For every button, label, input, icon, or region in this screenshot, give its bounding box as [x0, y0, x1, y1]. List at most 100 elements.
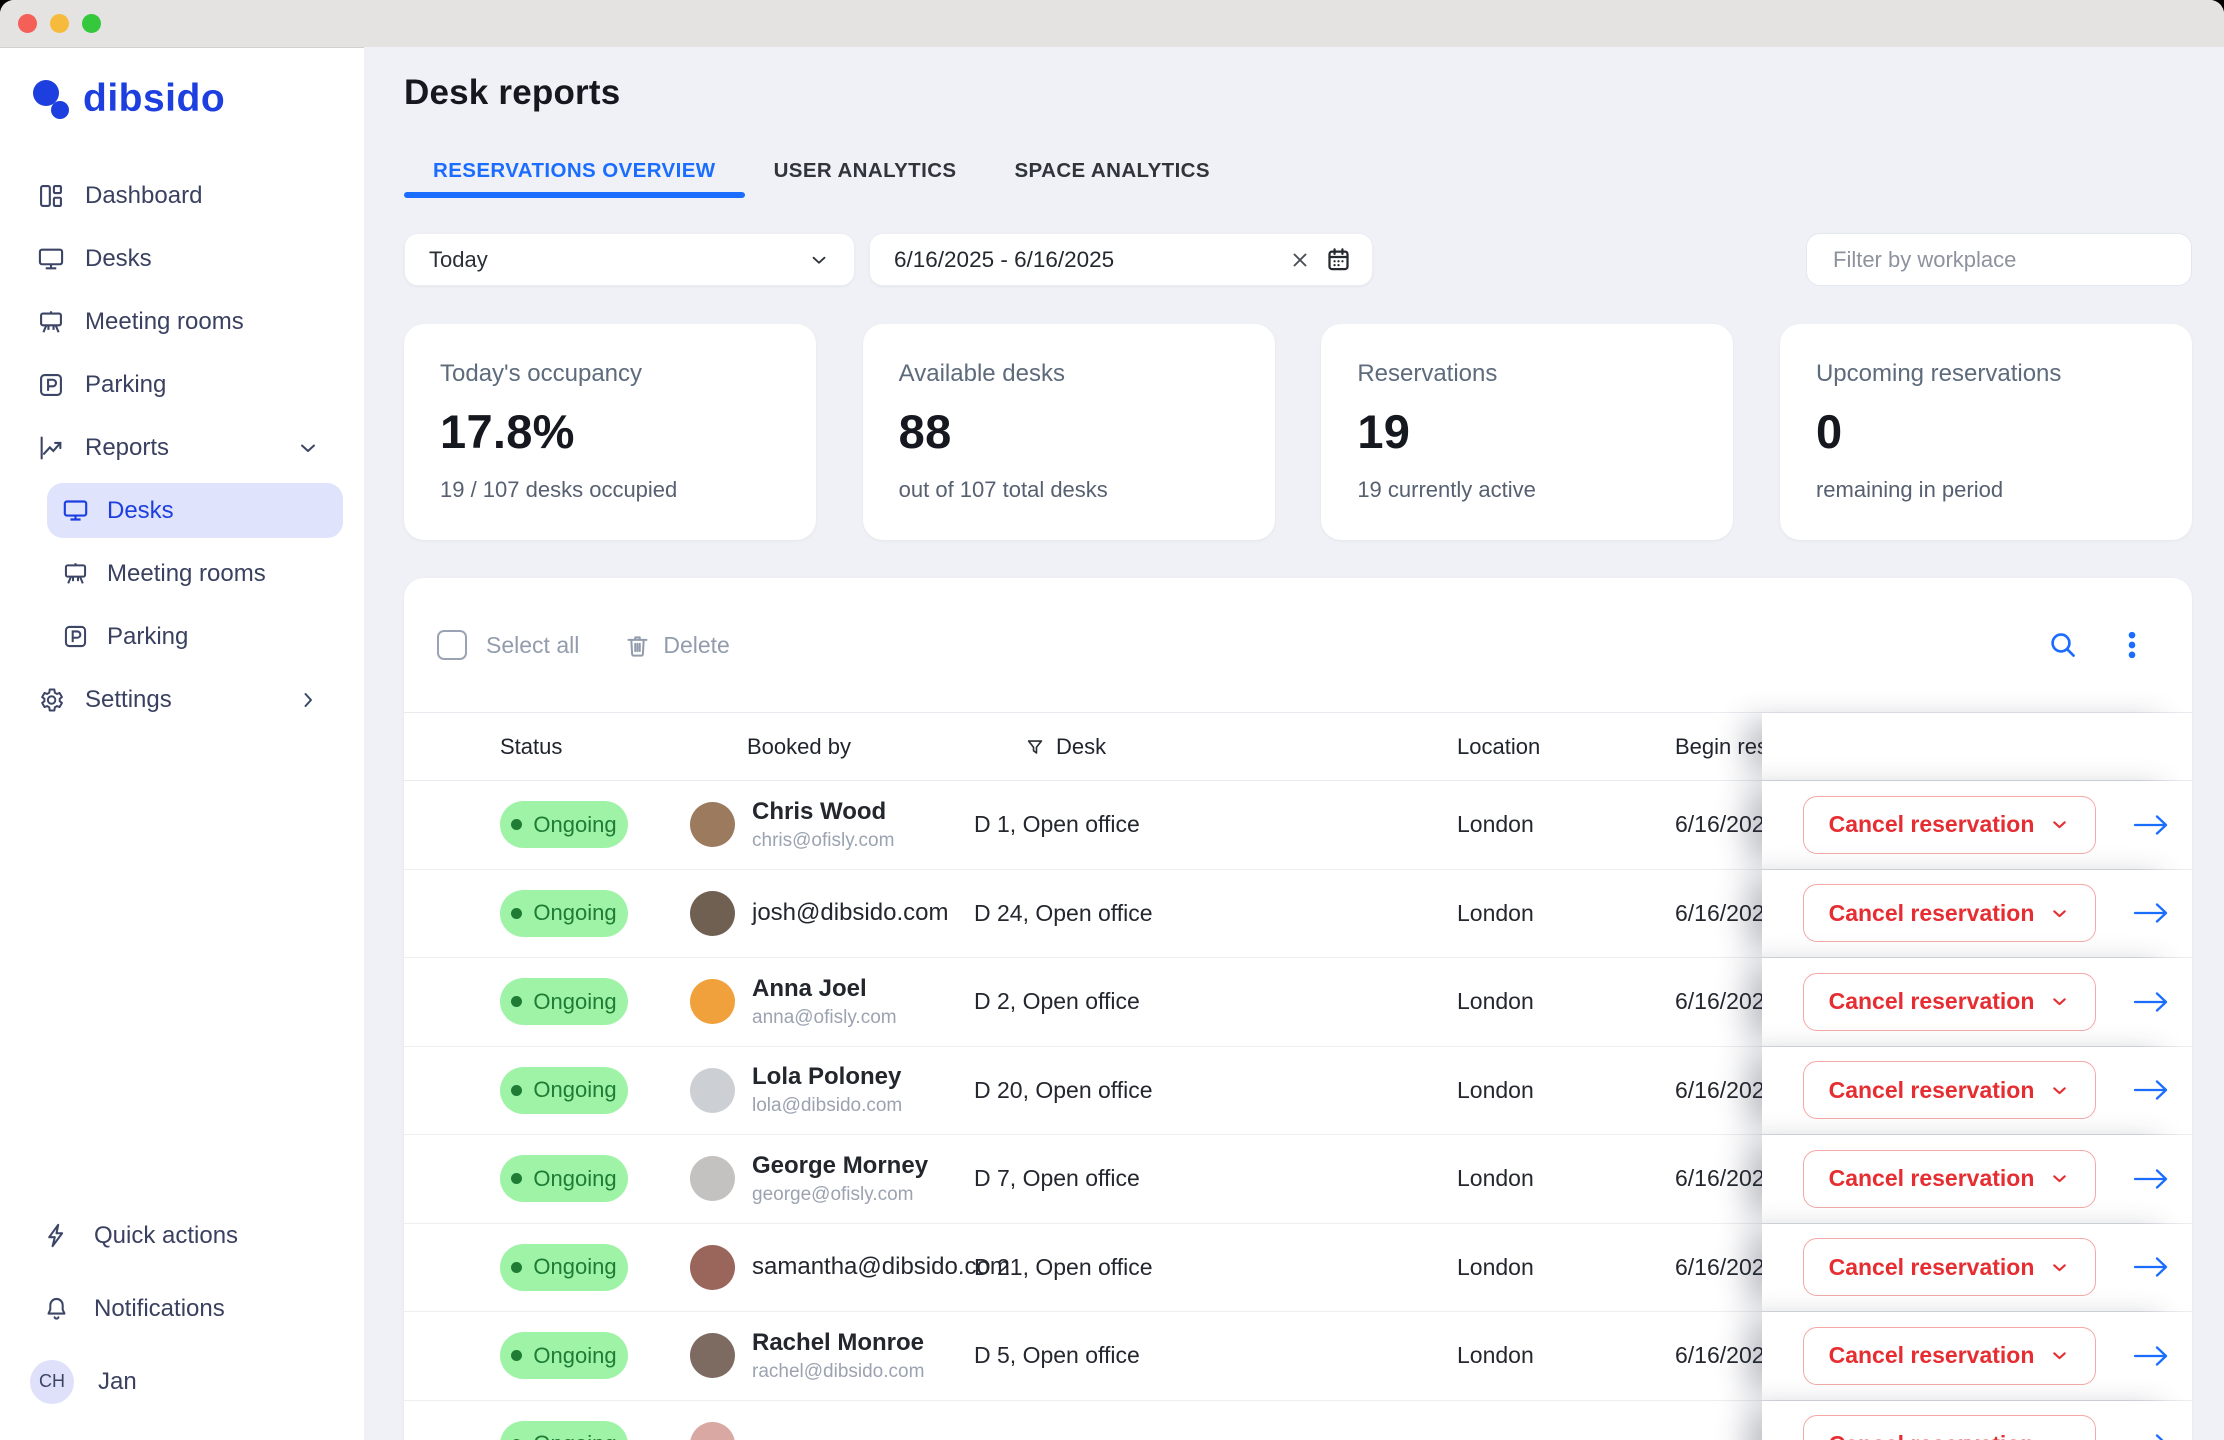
desk-cell: D 7, Open office: [974, 1165, 1457, 1192]
sidebar-item-dashboard[interactable]: Dashboard: [0, 164, 364, 227]
table-header-row: Status Booked by Desk Location Begin res: [404, 713, 2192, 781]
delete-button[interactable]: Delete: [624, 632, 729, 659]
quick-actions-button[interactable]: Quick actions: [0, 1199, 364, 1272]
close-window-button[interactable]: [18, 14, 37, 33]
cancel-reservation-button[interactable]: Cancel reservation: [1803, 884, 2096, 942]
table-row: Ongoing Anna Joel anna@ofisly.com D 2, O…: [404, 958, 2192, 1047]
sidebar-subitem-reports-parking[interactable]: Parking: [47, 605, 343, 668]
booked-by-cell: samantha@dibsido.com: [752, 1253, 1010, 1281]
status-label: Ongoing: [533, 1254, 616, 1280]
cancel-reservation-button[interactable]: Cancel reservation: [1803, 1327, 2096, 1385]
column-header-begin: Begin res: [1675, 734, 1762, 760]
more-options-button[interactable]: [2117, 629, 2147, 661]
cancel-reservation-button[interactable]: Cancel reservation: [1803, 1150, 2096, 1208]
sidebar-subitem-reports-desks[interactable]: Desks: [47, 483, 343, 538]
stat-label: Reservations: [1357, 360, 1697, 388]
open-reservation-arrow[interactable]: [2131, 1166, 2171, 1192]
clear-date-button[interactable]: [1289, 249, 1311, 271]
search-button[interactable]: [2047, 629, 2079, 661]
row-actions: Cancel reservation: [1762, 870, 2192, 958]
tab-reservations-overview[interactable]: RESERVATIONS OVERVIEW: [404, 159, 745, 198]
status-dot-icon: [511, 1085, 522, 1096]
cancel-reservation-label: Cancel reservation: [1829, 1431, 2035, 1440]
begin-reservation-cell: 6/16/2025: [1675, 1254, 1762, 1281]
meeting-room-icon: [62, 560, 89, 587]
dibsido-logo-icon: [31, 76, 73, 122]
booked-by-name: Lola Poloney: [752, 1063, 902, 1092]
open-reservation-arrow[interactable]: [2131, 1343, 2171, 1369]
status-label: Ongoing: [533, 1077, 616, 1103]
begin-reservation-cell: 6/16/2025: [1675, 811, 1762, 838]
booked-by-cell: Lola Poloney lola@dibsido.com: [752, 1063, 902, 1117]
open-reservation-arrow[interactable]: [2131, 900, 2171, 926]
status-badge: Ongoing: [500, 1421, 628, 1440]
cancel-reservation-button[interactable]: Cancel reservation: [1803, 1061, 2096, 1119]
date-range-picker[interactable]: 6/16/2025 - 6/16/2025: [869, 233, 1373, 286]
table-row: Ongoing Lola Poloney lola@dibsido.com D …: [404, 1047, 2192, 1136]
status-badge: Ongoing: [500, 978, 628, 1025]
select-all-checkbox[interactable]: [437, 630, 467, 660]
calendar-button[interactable]: [1325, 246, 1352, 273]
booked-by-name: Anna Joel: [752, 975, 897, 1004]
cancel-reservation-label: Cancel reservation: [1829, 1077, 2035, 1104]
cancel-reservation-button[interactable]: Cancel reservation: [1803, 1415, 2096, 1440]
avatar: [690, 802, 735, 847]
period-select[interactable]: Today: [404, 233, 855, 286]
tab-user-analytics[interactable]: USER ANALYTICS: [745, 159, 986, 198]
select-all-label[interactable]: Select all: [486, 632, 579, 659]
period-select-value: Today: [429, 247, 488, 273]
stat-label: Today's occupancy: [440, 360, 780, 388]
open-reservation-arrow[interactable]: [2131, 1077, 2171, 1103]
status-dot-icon: [511, 1173, 522, 1184]
booked-by-email: chris@ofisly.com: [752, 830, 894, 852]
sidebar-item-parking[interactable]: Parking: [0, 353, 364, 416]
table-row: Ongoing samantha@dibsido.com D 21, Open …: [404, 1224, 2192, 1313]
location-cell: London: [1457, 1077, 1675, 1104]
workplace-filter-input[interactable]: [1806, 233, 2192, 286]
notifications-button[interactable]: Notifications: [0, 1272, 364, 1345]
arrow-right-icon: [2131, 900, 2171, 926]
status-dot-icon: [511, 908, 522, 919]
sidebar-item-label: Settings: [85, 686, 172, 714]
booked-by-name: George Morney: [752, 1152, 928, 1181]
filter-desk-button[interactable]: [1024, 736, 1046, 758]
user-menu[interactable]: CH Jan: [0, 1345, 364, 1418]
tabs: RESERVATIONS OVERVIEW USER ANALYTICS SPA…: [404, 159, 2224, 198]
minimize-window-button[interactable]: [50, 14, 69, 33]
location-cell: London: [1457, 1254, 1675, 1281]
open-reservation-arrow[interactable]: [2131, 989, 2171, 1015]
date-range-value: 6/16/2025 - 6/16/2025: [894, 247, 1275, 273]
chevron-down-icon: [2049, 1080, 2070, 1101]
sidebar-nav: Dashboard Desks Meeting rooms Parking: [0, 164, 364, 731]
row-actions: Cancel reservation: [1762, 1047, 2192, 1135]
begin-reservation-cell: 6/16/2025: [1675, 900, 1762, 927]
cancel-reservation-button[interactable]: Cancel reservation: [1803, 796, 2096, 854]
page-title: Desk reports: [404, 73, 2224, 113]
sidebar-item-desks[interactable]: Desks: [0, 227, 364, 290]
open-reservation-arrow[interactable]: [2131, 812, 2171, 838]
booked-by-cell: josh@dibsido.com: [752, 899, 948, 927]
sidebar-item-reports[interactable]: Reports: [0, 416, 364, 479]
zoom-window-button[interactable]: [82, 14, 101, 33]
sidebar-subitem-reports-meeting-rooms[interactable]: Meeting rooms: [47, 542, 343, 605]
avatar: [690, 891, 735, 936]
macos-titlebar: [0, 0, 2224, 48]
location-cell: London: [1457, 811, 1675, 838]
main-content: Desk reports RESERVATIONS OVERVIEW USER …: [364, 47, 2224, 1440]
tab-space-analytics[interactable]: SPACE ANALYTICS: [985, 159, 1238, 198]
status-dot-icon: [511, 1262, 522, 1273]
sidebar-item-meeting-rooms[interactable]: Meeting rooms: [0, 290, 364, 353]
parking-icon: [37, 371, 65, 399]
open-reservation-arrow[interactable]: [2131, 1254, 2171, 1280]
sidebar-item-settings[interactable]: Settings: [0, 668, 364, 731]
cancel-reservation-button[interactable]: Cancel reservation: [1803, 1238, 2096, 1296]
open-reservation-arrow[interactable]: [2131, 1431, 2171, 1440]
cancel-reservation-button[interactable]: Cancel reservation: [1803, 973, 2096, 1031]
avatar: [690, 1245, 735, 1290]
sidebar: dibsido Dashboard Desks Meeting rooms: [0, 48, 364, 1440]
arrow-right-icon: [2131, 1166, 2171, 1192]
reports-icon: [37, 434, 65, 462]
row-actions: Cancel reservation: [1762, 958, 2192, 1046]
column-header-desk-label: Desk: [1056, 734, 1106, 760]
desk-cell: D 20, Open office: [974, 1077, 1457, 1104]
